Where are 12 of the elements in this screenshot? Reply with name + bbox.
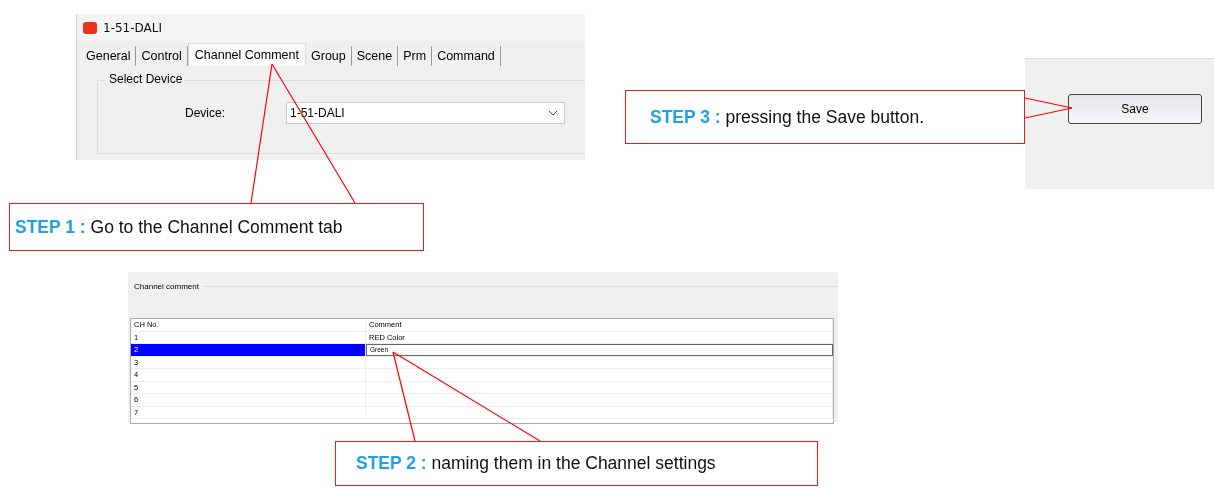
device-label: Device: bbox=[185, 106, 226, 120]
app-logo-icon bbox=[83, 22, 97, 34]
save-button[interactable]: Save bbox=[1068, 94, 1202, 124]
callout-text: STEP 2 : naming them in the Channel settings bbox=[356, 453, 716, 474]
window-title: 1-51-DALI bbox=[103, 21, 163, 35]
callout-text: STEP 3 : pressing the Save button. bbox=[650, 106, 924, 128]
leader-line bbox=[1024, 97, 1073, 119]
group-title: Channel comment bbox=[134, 281, 199, 291]
group-title: Select Device bbox=[106, 72, 186, 86]
callout-text: STEP 1 : Go to the Channel Comment tab bbox=[15, 216, 343, 238]
chevron-down-icon bbox=[548, 110, 558, 116]
tab[interactable]: Channel Comment bbox=[187, 43, 306, 66]
